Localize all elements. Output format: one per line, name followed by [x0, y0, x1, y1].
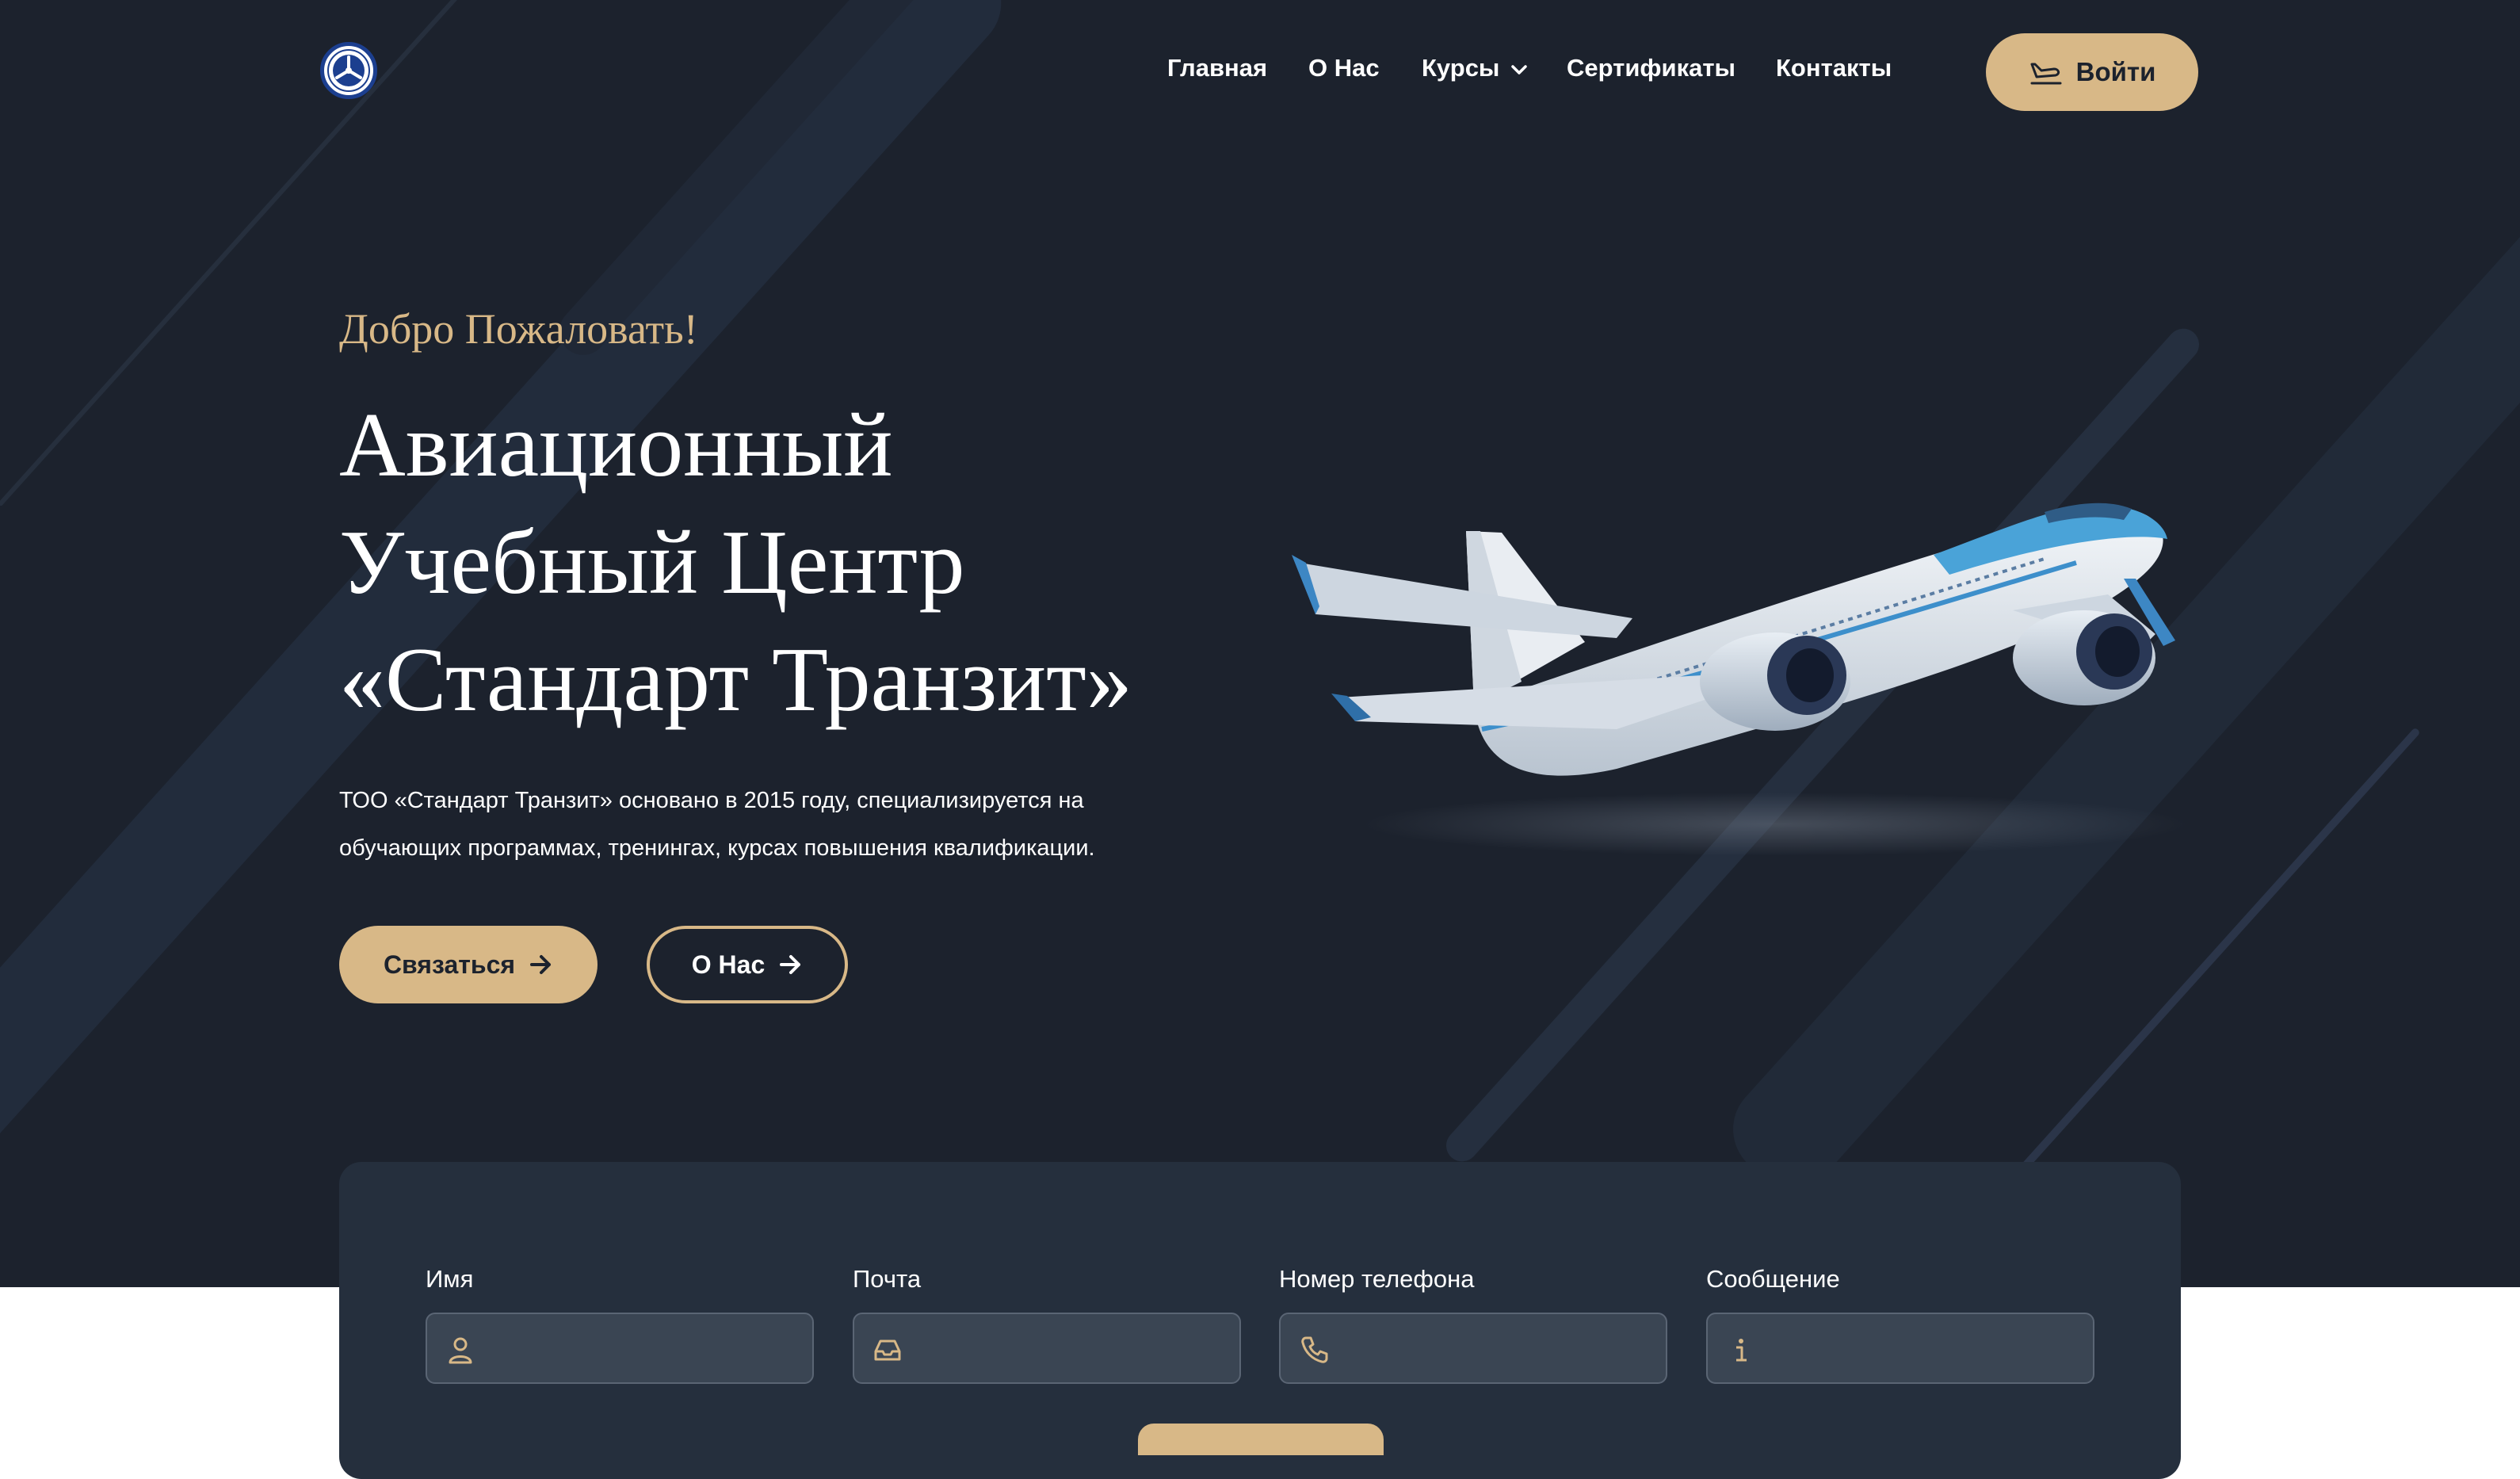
inbox-icon	[874, 1340, 901, 1361]
nav-home[interactable]: Главная	[1167, 54, 1267, 82]
message-label: Сообщение	[1706, 1265, 1840, 1293]
email-label: Почта	[853, 1265, 922, 1293]
phone-label: Номер телефона	[1279, 1265, 1475, 1293]
name-label: Имя	[426, 1265, 474, 1293]
nav-certificates[interactable]: Сертификаты	[1567, 54, 1735, 82]
welcome-text: Добро Пожаловать!	[339, 305, 698, 353]
message-input[interactable]	[1768, 1314, 2085, 1384]
arrow-right-icon	[780, 955, 801, 974]
contact-button-label: Связаться	[383, 950, 516, 979]
login-button[interactable]: Войти	[1986, 33, 2198, 111]
logo[interactable]	[320, 42, 377, 99]
name-field[interactable]	[426, 1313, 814, 1384]
hero-title: Авиационный Учебный Центр «Стандарт Тран…	[339, 387, 1274, 739]
hero-title-line: Авиационный	[339, 395, 893, 496]
contact-button[interactable]: Связаться	[339, 926, 598, 1003]
info-icon	[1736, 1339, 1747, 1362]
phone-field[interactable]	[1279, 1313, 1667, 1384]
propeller-emblem-icon	[327, 49, 370, 92]
arrow-right-icon	[530, 955, 552, 974]
phone-input[interactable]	[1341, 1314, 1658, 1384]
about-button[interactable]: О Нас	[647, 926, 848, 1003]
nav-contacts[interactable]: Контакты	[1776, 54, 1892, 82]
about-button-label: О Нас	[691, 950, 766, 979]
hero-section: Главная О Нас Курсы Сертификаты Контакты…	[0, 0, 2520, 1287]
user-icon	[449, 1337, 472, 1364]
chevron-down-icon	[1511, 65, 1527, 75]
email-input[interactable]	[914, 1314, 1231, 1384]
nav-about[interactable]: О Нас	[1308, 54, 1380, 82]
phone-icon	[1301, 1336, 1328, 1363]
submit-button[interactable]	[1138, 1424, 1384, 1455]
hero-title-line: «Стандарт Транзит»	[339, 629, 1132, 731]
nav-courses-label: Курсы	[1422, 54, 1500, 82]
nav-courses[interactable]: Курсы	[1422, 54, 1529, 82]
login-label: Войти	[2075, 57, 2156, 86]
plane-landing-icon	[2030, 63, 2062, 85]
email-field[interactable]	[853, 1313, 1241, 1384]
hero-description-line: обучающих программах, тренингах, курсах …	[339, 835, 1095, 861]
hero-description: ТОО «Стандарт Транзит» основано в 2015 г…	[339, 777, 1250, 872]
hero-description-line: ТОО «Стандарт Транзит» основано в 2015 г…	[339, 788, 1084, 813]
name-input[interactable]	[487, 1314, 804, 1384]
airplane-illustration	[1292, 503, 2187, 856]
message-field[interactable]	[1706, 1313, 2094, 1384]
hero-title-line: Учебный Центр	[339, 512, 965, 613]
